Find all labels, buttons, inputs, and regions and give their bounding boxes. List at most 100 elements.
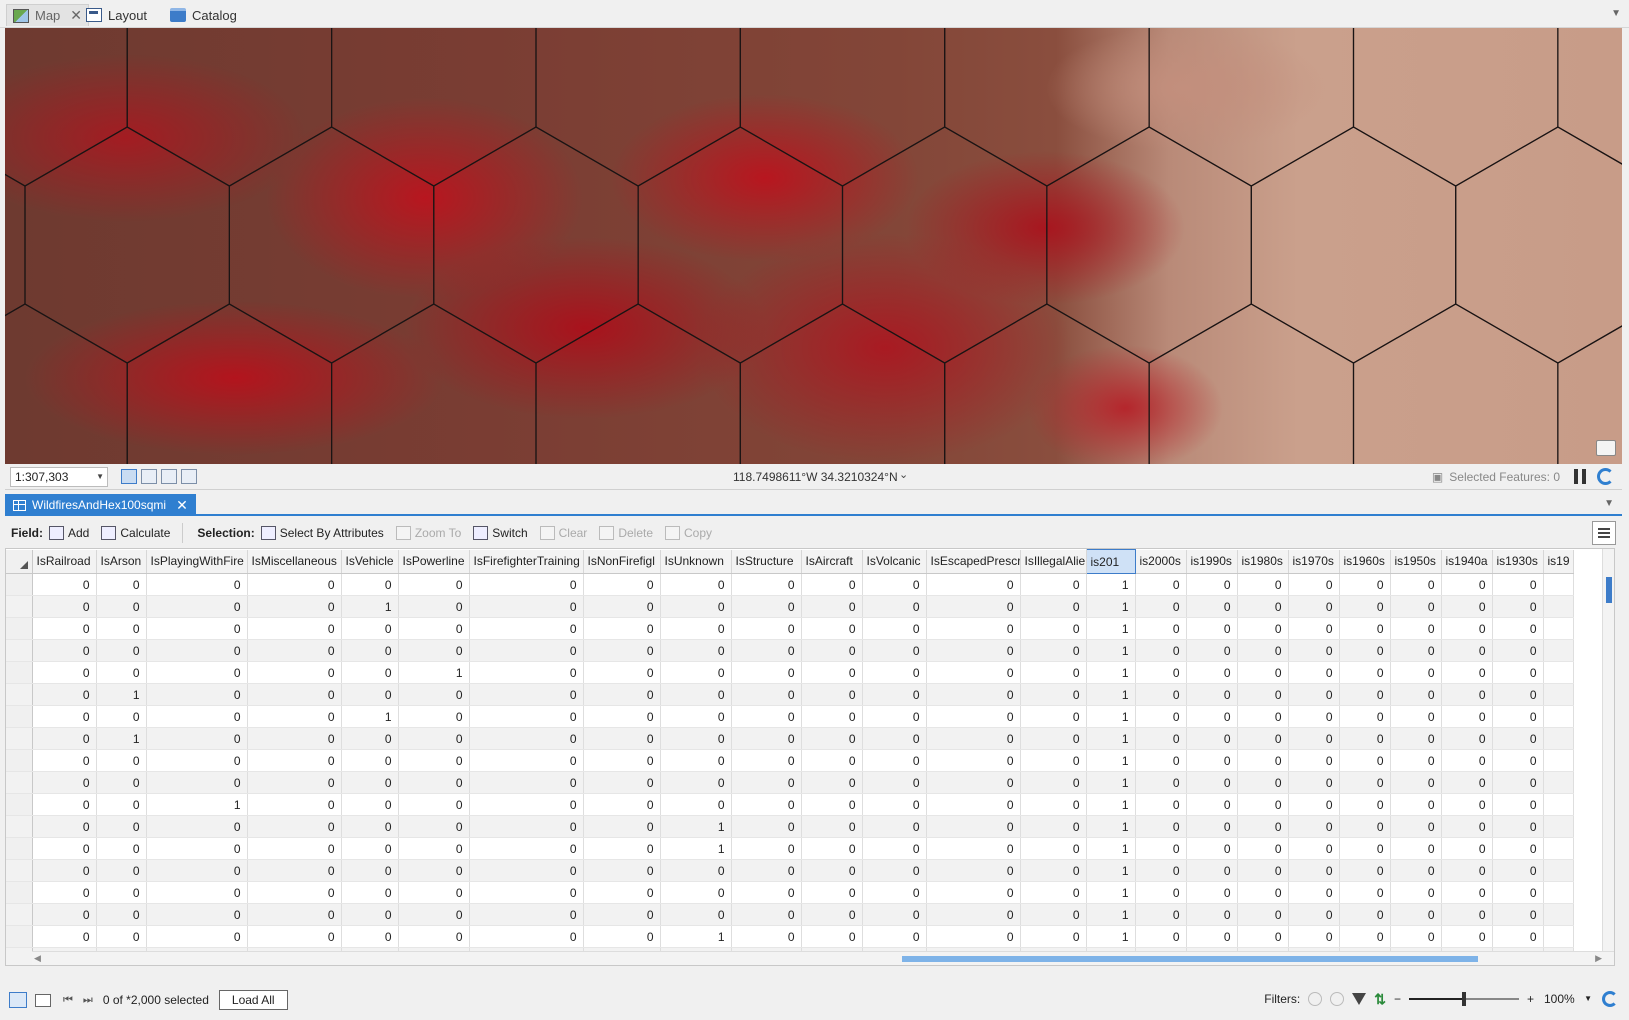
close-icon[interactable]: ✕ — [176, 497, 188, 514]
table-cell[interactable]: 0 — [469, 595, 584, 618]
column-header-is1930s[interactable]: is1930s — [1492, 549, 1544, 574]
column-header-isvolcanic[interactable]: IsVolcanic — [862, 549, 927, 574]
table-cell[interactable]: 0 — [469, 617, 584, 640]
select-all-corner[interactable] — [6, 549, 33, 574]
table-cell[interactable]: 0 — [731, 859, 802, 882]
chevron-down-icon[interactable]: ⌄ — [899, 468, 908, 481]
table-cell[interactable]: 0 — [32, 925, 97, 948]
table-cell[interactable]: 0 — [1339, 881, 1391, 904]
extent-filter-icon[interactable] — [1308, 992, 1323, 1006]
column-header-isplayingwithfire[interactable]: IsPlayingWithFire — [146, 549, 248, 574]
table-cell[interactable]: 0 — [469, 749, 584, 772]
table-cell[interactable]: 0 — [1492, 727, 1544, 750]
table-cell[interactable]: 0 — [1288, 903, 1340, 926]
table-cell[interactable]: 0 — [926, 705, 1021, 728]
table-cell[interactable]: 0 — [146, 815, 248, 838]
table-cell[interactable]: 0 — [1020, 881, 1087, 904]
table-cell[interactable]: 0 — [1186, 881, 1238, 904]
table-row[interactable]: 01000000000000100000000 — [6, 727, 1574, 750]
table-cell[interactable]: 0 — [247, 903, 342, 926]
table-cell[interactable]: 0 — [1135, 727, 1187, 750]
table-cell[interactable]: 0 — [341, 815, 399, 838]
table-cell[interactable]: 0 — [1441, 881, 1493, 904]
table-cell[interactable]: 0 — [1186, 749, 1238, 772]
table-cell[interactable]: 0 — [1135, 903, 1187, 926]
table-cell[interactable]: 0 — [32, 573, 97, 596]
table-cell[interactable]: 0 — [1186, 903, 1238, 926]
table-cell[interactable]: 0 — [32, 815, 97, 838]
table-cell[interactable]: 0 — [1390, 815, 1442, 838]
row-header[interactable] — [6, 903, 33, 926]
row-header[interactable] — [6, 947, 33, 965]
table-cell[interactable]: 0 — [1186, 661, 1238, 684]
table-cell[interactable]: 1 — [1086, 617, 1136, 640]
table-cell[interactable]: 0 — [96, 881, 147, 904]
table-cell[interactable]: 0 — [1390, 925, 1442, 948]
table-cell[interactable]: 0 — [731, 771, 802, 794]
table-cell[interactable]: 0 — [660, 639, 732, 662]
table-cell[interactable]: 0 — [1339, 925, 1391, 948]
table-cell[interactable]: 0 — [398, 903, 470, 926]
table-cell[interactable]: 0 — [1237, 881, 1289, 904]
table-cell[interactable]: 0 — [1186, 683, 1238, 706]
table-cell[interactable]: 0 — [146, 617, 248, 640]
table-cell[interactable]: 0 — [926, 595, 1021, 618]
table-cell[interactable]: 0 — [1492, 749, 1544, 772]
table-cell[interactable]: 0 — [1186, 727, 1238, 750]
row-header[interactable] — [6, 859, 33, 882]
table-row[interactable]: 00000000000000100000000 — [6, 749, 1574, 772]
table-cell[interactable]: 0 — [1186, 815, 1238, 838]
table-row[interactable]: 00000000000000100000000 — [6, 859, 1574, 882]
table-cell[interactable]: 0 — [146, 771, 248, 794]
table-cell[interactable]: 0 — [731, 815, 802, 838]
table-cell[interactable]: 0 — [1288, 661, 1340, 684]
zoom-in-icon[interactable]: + — [1527, 992, 1534, 1006]
column-header-isnonfirefigl[interactable]: IsNonFirefigl — [583, 549, 661, 574]
table-cell[interactable]: 0 — [1288, 837, 1340, 860]
table-cell[interactable]: 0 — [146, 859, 248, 882]
table-cell[interactable]: 0 — [1020, 595, 1087, 618]
table-cell[interactable]: 0 — [247, 573, 342, 596]
table-cell[interactable]: 0 — [862, 881, 927, 904]
table-cell[interactable]: 0 — [96, 903, 147, 926]
map-overview-icon[interactable] — [1596, 440, 1616, 456]
table-cell[interactable]: 0 — [1288, 859, 1340, 882]
zoom-level-select[interactable]: 100% ▼ — [1542, 990, 1594, 1008]
table-cell[interactable]: 1 — [1086, 859, 1136, 882]
table-cell[interactable]: 0 — [1237, 727, 1289, 750]
table-cell[interactable]: 0 — [1135, 837, 1187, 860]
table-cell[interactable]: 0 — [247, 683, 342, 706]
table-cell[interactable]: 0 — [1339, 903, 1391, 926]
table-cell[interactable]: 0 — [862, 705, 927, 728]
table-cell[interactable]: 0 — [801, 793, 863, 816]
table-cell[interactable]: 0 — [862, 925, 927, 948]
table-cell[interactable]: 0 — [1492, 859, 1544, 882]
table-cell[interactable]: 0 — [583, 903, 661, 926]
table-cell[interactable]: 0 — [862, 859, 927, 882]
table-cell[interactable]: 0 — [247, 793, 342, 816]
table-cell[interactable]: 0 — [32, 595, 97, 618]
table-cell[interactable]: 1 — [660, 925, 732, 948]
table-cell[interactable]: 1 — [1086, 793, 1136, 816]
table-cell[interactable]: 0 — [1020, 617, 1087, 640]
table-cell[interactable]: 0 — [1441, 859, 1493, 882]
table-cell[interactable]: 1 — [1086, 595, 1136, 618]
table-cell[interactable]: 1 — [1086, 749, 1136, 772]
table-cell[interactable]: 0 — [1390, 881, 1442, 904]
table-cell[interactable] — [1543, 881, 1574, 904]
table-cell[interactable]: 0 — [1339, 705, 1391, 728]
column-header-isvehicle[interactable]: IsVehicle — [341, 549, 399, 574]
table-cell[interactable]: 0 — [862, 639, 927, 662]
table-cell[interactable]: 0 — [731, 837, 802, 860]
table-cell[interactable]: 0 — [1288, 573, 1340, 596]
table-cell[interactable]: 1 — [96, 727, 147, 750]
table-cell[interactable]: 0 — [660, 859, 732, 882]
table-cell[interactable]: 0 — [926, 881, 1021, 904]
row-header[interactable] — [6, 793, 33, 816]
table-cell[interactable]: 0 — [146, 705, 248, 728]
table-cell[interactable]: 0 — [146, 683, 248, 706]
table-cell[interactable] — [1543, 837, 1574, 860]
table-cell[interactable] — [1543, 683, 1574, 706]
vertical-scrollbar[interactable] — [1602, 549, 1614, 953]
table-row[interactable]: 00000000000000100000000 — [6, 881, 1574, 904]
